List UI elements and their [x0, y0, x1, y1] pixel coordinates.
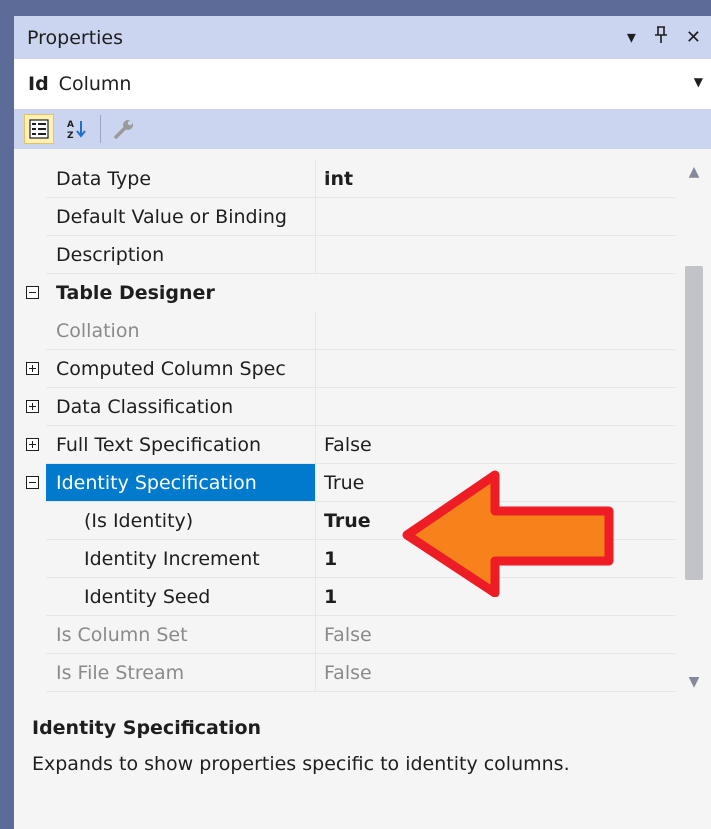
scroll-up-icon[interactable]: ▲	[677, 160, 711, 184]
collapse-icon[interactable]	[26, 476, 39, 489]
object-selector[interactable]: Id Column ▼	[14, 59, 711, 109]
column-divider	[315, 426, 316, 464]
property-name: Data Classification	[56, 396, 234, 418]
toolbar-separator	[100, 115, 101, 143]
properties-toolbar: A Z	[14, 109, 711, 149]
property-name: Identity Specification	[56, 472, 257, 494]
object-name: Id	[28, 73, 49, 95]
column-divider	[315, 616, 316, 654]
property-value[interactable]	[316, 388, 675, 426]
category-row[interactable]: Table Designer	[14, 274, 675, 312]
chevron-down-icon[interactable]: ▼	[694, 75, 703, 89]
property-row[interactable]: Is File Stream False	[14, 654, 675, 692]
close-icon[interactable]: ✕	[686, 27, 701, 48]
column-divider	[315, 350, 316, 388]
property-value[interactable]: False	[316, 616, 675, 654]
property-name: Identity Increment	[84, 548, 260, 570]
categorized-icon	[29, 119, 49, 139]
property-value[interactable]: False	[316, 426, 675, 464]
properties-panel: Properties ▾ ✕ Id Column ▼ A Z Data Type…	[14, 16, 711, 829]
property-name: Identity Seed	[84, 586, 211, 608]
property-row[interactable]: Computed Column Spec	[14, 350, 675, 388]
column-divider	[315, 502, 316, 540]
property-name: Data Type	[56, 168, 152, 190]
row-divider	[46, 691, 675, 692]
column-divider	[315, 236, 316, 274]
column-divider	[315, 540, 316, 578]
property-row[interactable]: Is Column Set False	[14, 616, 675, 654]
column-divider	[315, 388, 316, 426]
panel-title: Properties	[27, 26, 124, 49]
property-name: Default Value or Binding	[56, 206, 287, 228]
property-name: Is Column Set	[56, 624, 188, 646]
panel-controls: ▾ ✕	[627, 16, 701, 59]
window-position-dropdown-icon[interactable]: ▾	[627, 27, 636, 48]
svg-text:Z: Z	[67, 131, 74, 140]
property-row[interactable]: Collation	[14, 312, 675, 350]
property-row[interactable]: Data Classification	[14, 388, 675, 426]
property-value[interactable]	[316, 312, 675, 350]
object-type: Column	[58, 73, 132, 95]
sort-alphabetical-icon: A Z	[67, 120, 86, 140]
panel-titlebar: Properties ▾ ✕	[14, 16, 711, 59]
property-name: Full Text Specification	[56, 434, 261, 456]
property-name: Is File Stream	[56, 662, 185, 684]
collapse-icon[interactable]	[26, 286, 39, 299]
property-pages-button[interactable]	[109, 114, 139, 144]
property-value[interactable]	[316, 350, 675, 388]
arrow-shape	[402, 470, 614, 597]
alphabetical-button[interactable]: A Z	[62, 114, 92, 144]
property-value[interactable]: int	[316, 160, 675, 198]
red-arrow-annotation-icon	[402, 470, 614, 597]
property-value[interactable]	[316, 198, 675, 236]
scroll-down-icon[interactable]: ▼	[677, 670, 711, 694]
expand-icon[interactable]	[26, 362, 39, 375]
grid-scrollbar[interactable]: ▲ ▼	[677, 160, 711, 694]
description-pane: Identity Specification Expands to show p…	[14, 705, 711, 829]
column-divider	[315, 160, 316, 198]
property-name: Collation	[56, 320, 140, 342]
column-divider	[315, 654, 316, 692]
property-name: Table Designer	[56, 282, 215, 304]
property-row[interactable]: Default Value or Binding	[14, 198, 675, 236]
scroll-thumb[interactable]	[685, 266, 703, 580]
property-grid: Data Type int Default Value or Binding Desc…	[14, 160, 711, 694]
column-divider	[315, 578, 316, 616]
expand-icon[interactable]	[26, 438, 39, 451]
categorized-button[interactable]	[24, 114, 54, 144]
pin-icon[interactable]	[654, 26, 668, 49]
description-title: Identity Specification	[32, 717, 262, 739]
column-divider	[315, 464, 316, 502]
column-divider	[315, 312, 316, 350]
expand-icon[interactable]	[26, 400, 39, 413]
property-row[interactable]: Description	[14, 236, 675, 274]
property-value[interactable]	[316, 236, 675, 274]
property-row[interactable]: Full Text Specification False	[14, 426, 675, 464]
property-row[interactable]: Data Type int	[14, 160, 675, 198]
description-text: Expands to show properties specific to i…	[32, 753, 570, 775]
column-divider	[315, 198, 316, 236]
wrench-icon	[114, 120, 133, 139]
property-name: (Is Identity)	[84, 510, 194, 532]
property-value[interactable]: False	[316, 654, 675, 692]
svg-text:A: A	[67, 120, 74, 130]
property-name: Computed Column Spec	[56, 358, 286, 380]
property-name: Description	[56, 244, 165, 266]
